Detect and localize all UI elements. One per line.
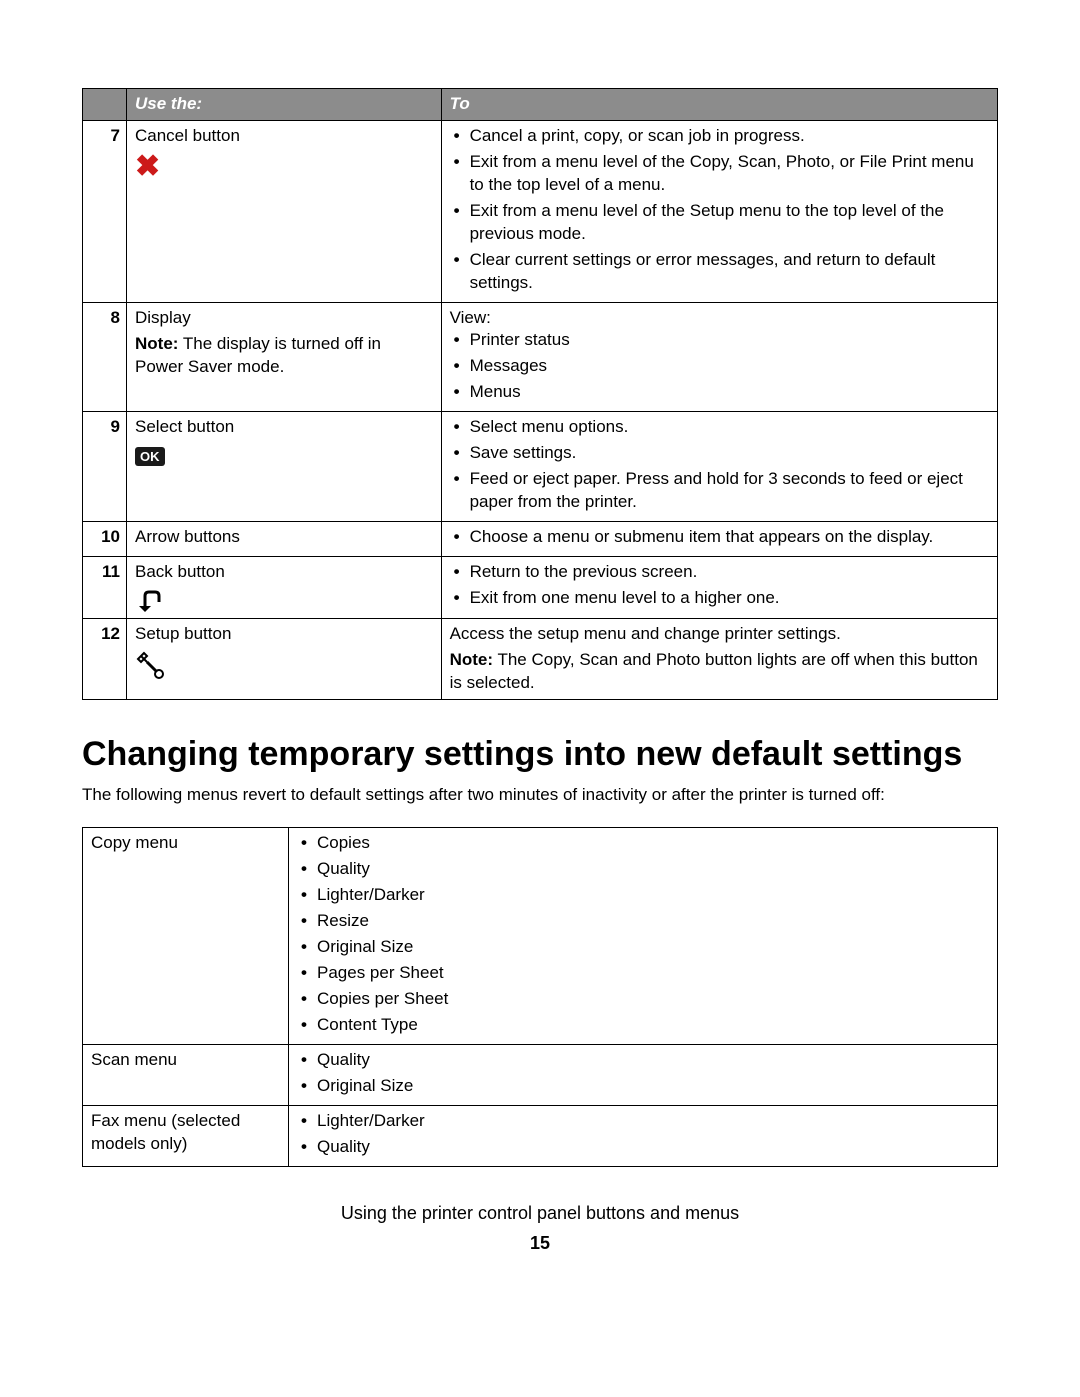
table-row: 11 Back button Return to the previous sc… — [83, 556, 998, 618]
row-action-cell: Choose a menu or submenu item that appea… — [441, 522, 997, 557]
row-action-cell: Return to the previous screen. Exit from… — [441, 556, 997, 618]
table-row: Copy menu Copies Quality Lighter/Darker … — [83, 828, 998, 1045]
header-use-the: Use the: — [127, 89, 442, 121]
action-item: Clear current settings or error messages… — [450, 249, 989, 295]
action-item: Messages — [450, 355, 989, 378]
row-label-cell: Arrow buttons — [127, 522, 442, 557]
action-item: Menus — [450, 381, 989, 404]
menu-item: Original Size — [297, 936, 989, 959]
button-label: Setup button — [135, 623, 433, 646]
menu-item: Quality — [297, 1136, 989, 1159]
menu-item: Quality — [297, 1049, 989, 1072]
menu-items-cell: Lighter/Darker Quality — [289, 1105, 998, 1166]
row-number: 10 — [83, 522, 127, 557]
row-label-cell: Cancel button ✖ — [127, 120, 442, 302]
button-label: Display — [135, 307, 433, 330]
note-line: Note: The Copy, Scan and Photo button li… — [450, 649, 989, 695]
button-label: Arrow buttons — [135, 527, 240, 546]
row-label-cell: Select button OK — [127, 412, 442, 522]
menu-item: Quality — [297, 858, 989, 881]
table-row: 7 Cancel button ✖ Cancel a print, copy, … — [83, 120, 998, 302]
action-item: Exit from a menu level of the Copy, Scan… — [450, 151, 989, 197]
menu-items-cell: Copies Quality Lighter/Darker Resize Ori… — [289, 828, 998, 1045]
menu-item: Resize — [297, 910, 989, 933]
footer-section-title: Using the printer control panel buttons … — [82, 1201, 998, 1225]
back-icon — [135, 588, 433, 614]
menu-settings-table: Copy menu Copies Quality Lighter/Darker … — [82, 827, 998, 1166]
page-footer: Using the printer control panel buttons … — [82, 1201, 998, 1256]
button-label: Back button — [135, 561, 433, 584]
cancel-icon: ✖ — [135, 152, 433, 182]
row-number: 12 — [83, 618, 127, 699]
note-line: Note: The display is turned off in Power… — [135, 333, 433, 379]
row-number: 11 — [83, 556, 127, 618]
header-to: To — [441, 89, 997, 121]
row-label-cell: Display Note: The display is turned off … — [127, 302, 442, 412]
page-number: 15 — [82, 1231, 998, 1255]
action-item: Select menu options. — [450, 416, 989, 439]
menu-items-cell: Quality Original Size — [289, 1044, 998, 1105]
page-heading: Changing temporary settings into new def… — [82, 734, 998, 775]
menu-item: Content Type — [297, 1014, 989, 1037]
action-item: Feed or eject paper. Press and hold for … — [450, 468, 989, 514]
setup-icon — [135, 650, 433, 680]
row-label-cell: Back button — [127, 556, 442, 618]
row-action-cell: Cancel a print, copy, or scan job in pro… — [441, 120, 997, 302]
table-row: 12 Setup button Access the setup menu an… — [83, 618, 998, 699]
menu-label: Fax menu (selected models only) — [83, 1105, 289, 1166]
row-number: 7 — [83, 120, 127, 302]
header-blank — [83, 89, 127, 121]
action-item: Cancel a print, copy, or scan job in pro… — [450, 125, 989, 148]
action-item: Choose a menu or submenu item that appea… — [450, 526, 989, 549]
table-row: 8 Display Note: The display is turned of… — [83, 302, 998, 412]
row-action-cell: Access the setup menu and change printer… — [441, 618, 997, 699]
row-number: 9 — [83, 412, 127, 522]
row-action-cell: View: Printer status Messages Menus — [441, 302, 997, 412]
table-row: Scan menu Quality Original Size — [83, 1044, 998, 1105]
menu-item: Original Size — [297, 1075, 989, 1098]
action-item: Printer status — [450, 329, 989, 352]
action-item: Save settings. — [450, 442, 989, 465]
row-label-cell: Setup button — [127, 618, 442, 699]
row-action-cell: Select menu options. Save settings. Feed… — [441, 412, 997, 522]
menu-item: Copies per Sheet — [297, 988, 989, 1011]
menu-label: Scan menu — [83, 1044, 289, 1105]
menu-label: Copy menu — [83, 828, 289, 1045]
button-label: Cancel button — [135, 125, 433, 148]
table-row: Fax menu (selected models only) Lighter/… — [83, 1105, 998, 1166]
intro-paragraph: The following menus revert to default se… — [82, 784, 998, 807]
action-item: Return to the previous screen. — [450, 561, 989, 584]
table-row: 9 Select button OK Select menu options. … — [83, 412, 998, 522]
view-label: View: — [450, 307, 989, 330]
button-reference-table: Use the: To 7 Cancel button ✖ Cancel a p… — [82, 88, 998, 700]
menu-item: Pages per Sheet — [297, 962, 989, 985]
row-number: 8 — [83, 302, 127, 412]
action-item: Exit from one menu level to a higher one… — [450, 587, 989, 610]
menu-item: Copies — [297, 832, 989, 855]
button-label: Select button — [135, 416, 433, 439]
action-item: Exit from a menu level of the Setup menu… — [450, 200, 989, 246]
action-text: Access the setup menu and change printer… — [450, 623, 989, 646]
table-row: 10 Arrow buttons Choose a menu or submen… — [83, 522, 998, 557]
menu-item: Lighter/Darker — [297, 1110, 989, 1133]
ok-icon: OK — [135, 447, 165, 466]
menu-item: Lighter/Darker — [297, 884, 989, 907]
